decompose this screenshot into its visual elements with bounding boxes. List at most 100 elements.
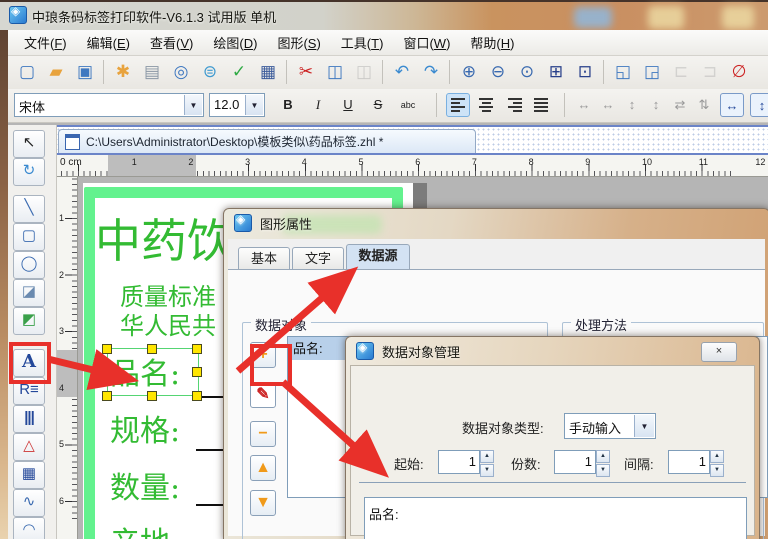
line-tool-icon: ╲: [14, 196, 44, 220]
selection-handle[interactable]: [192, 391, 202, 401]
menu-item-d[interactable]: 绘图(D): [203, 30, 267, 55]
line-tool-button[interactable]: ╲: [13, 195, 45, 223]
label-field-text[interactable]: 产地: [110, 518, 170, 539]
hruler-number: 9: [585, 157, 590, 167]
close-button[interactable]: ×: [701, 342, 737, 362]
align-left-button[interactable]: [446, 93, 470, 117]
text-tool-button[interactable]: A: [13, 349, 45, 377]
spinner-up-icon[interactable]: ▲: [480, 450, 494, 463]
database-button[interactable]: ⊜: [197, 59, 223, 85]
label-field-text[interactable]: 规格:: [110, 406, 180, 450]
print-preview-button[interactable]: ◎: [168, 59, 194, 85]
spinner-field[interactable]: 1: [668, 450, 710, 474]
new-document-button[interactable]: ▢: [14, 59, 40, 85]
spinner-down-icon[interactable]: ▼: [710, 464, 724, 477]
label-field-text[interactable]: 数量:: [110, 463, 180, 507]
ellipse-tool-button[interactable]: ◯: [13, 251, 45, 279]
arc-tool-button[interactable]: ◠: [13, 517, 45, 539]
rotate-tool-button[interactable]: ↻: [13, 158, 45, 186]
spinner-down-icon[interactable]: ▼: [480, 464, 494, 477]
add-data-object-button[interactable]: +: [250, 342, 276, 368]
spinner-field[interactable]: 1: [554, 450, 596, 474]
zoom-out-button[interactable]: ⊖: [485, 59, 511, 85]
menu-item-e[interactable]: 编辑(E): [77, 30, 140, 55]
shape-tool-button[interactable]: △: [13, 433, 45, 461]
label-title-text[interactable]: 中药饮: [95, 205, 233, 271]
font-size-combo[interactable]: 12.0 ▼: [209, 93, 265, 117]
undo-button[interactable]: ↶: [389, 59, 415, 85]
type-dropdown-icon[interactable]: ▼: [634, 415, 654, 437]
selection-handle[interactable]: [192, 344, 202, 354]
underline-button[interactable]: U: [336, 93, 360, 117]
font-family-dropdown-icon[interactable]: ▼: [184, 95, 202, 115]
spinner-down-icon[interactable]: ▼: [596, 464, 610, 477]
spinner-up-icon[interactable]: ▲: [596, 450, 610, 463]
selection-handle[interactable]: [192, 367, 202, 377]
font-family-combo[interactable]: 宋体 ▼: [14, 93, 204, 117]
label-subtitle2-text[interactable]: 华人民共: [120, 306, 216, 341]
document-tab[interactable]: C:\Users\Administrator\Desktop\模板类似\药品标签…: [58, 129, 476, 153]
hide-object-button[interactable]: ∅: [726, 59, 752, 85]
rich-text-tool-icon: R≡: [14, 378, 44, 402]
menu-item-h[interactable]: 帮助(H): [460, 30, 524, 55]
manual-input-textarea[interactable]: 品名:: [364, 497, 747, 539]
move-down-button[interactable]: ▼: [250, 490, 276, 516]
selection-handle[interactable]: [102, 391, 112, 401]
copy-button[interactable]: ◫: [322, 59, 348, 85]
ungroup-button[interactable]: ◲: [639, 59, 665, 85]
menu-item-v[interactable]: 查看(V): [140, 30, 203, 55]
cut-button[interactable]: ✂: [293, 59, 319, 85]
selection-handle[interactable]: [102, 367, 112, 377]
align-right-button[interactable]: [502, 93, 526, 117]
menu-item-w[interactable]: 窗口(W): [393, 30, 460, 55]
bold-button[interactable]: B: [276, 93, 300, 117]
barcode-tool-button[interactable]: |||: [13, 405, 45, 433]
select-tool-button[interactable]: ↖: [13, 130, 45, 158]
selection-handle[interactable]: [147, 344, 157, 354]
spinner-field[interactable]: 1: [438, 450, 480, 474]
database-check-button[interactable]: ✓: [226, 59, 252, 85]
zoom-in-button[interactable]: ⊕: [456, 59, 482, 85]
group-button[interactable]: ◱: [610, 59, 636, 85]
picture-tool-button[interactable]: ◪: [13, 279, 45, 307]
image-tool-button[interactable]: ◩: [13, 307, 45, 335]
data-object-type-combo[interactable]: 手动输入 ▼: [564, 413, 656, 439]
fit-page-button[interactable]: ⊞: [543, 59, 569, 85]
center-horizontal-button[interactable]: ↔: [720, 93, 744, 117]
settings-button[interactable]: ✱: [110, 59, 136, 85]
qrcode-tool-button[interactable]: ▦: [13, 461, 45, 489]
align-center-button[interactable]: [474, 93, 498, 117]
properties-dialog-titlebar[interactable]: 图形属性: [224, 209, 768, 237]
barcode-tool-icon: |||: [14, 406, 44, 430]
redo-button[interactable]: ↷: [418, 59, 444, 85]
save-file-button[interactable]: ▣: [72, 59, 98, 85]
print-button[interactable]: ▤: [139, 59, 165, 85]
text-case-button[interactable]: abc: [396, 93, 420, 117]
spinner-up-icon[interactable]: ▲: [710, 450, 724, 463]
curve-tool-button[interactable]: ∿: [13, 489, 45, 517]
center-vertical-button[interactable]: ↕: [750, 93, 768, 117]
menu-item-f[interactable]: 文件(F): [14, 30, 77, 55]
desktop-icon-blur: [574, 7, 612, 28]
tab-文字[interactable]: 文字: [292, 247, 344, 270]
menu-item-s[interactable]: 图形(S): [267, 30, 330, 55]
italic-button[interactable]: I: [306, 93, 330, 117]
tab-数据源[interactable]: 数据源: [346, 244, 410, 270]
font-size-dropdown-icon[interactable]: ▼: [245, 95, 263, 115]
rounded-rect-tool-button[interactable]: ▢: [13, 223, 45, 251]
open-file-button[interactable]: ▰: [43, 59, 69, 85]
selection-handle[interactable]: [102, 344, 112, 354]
zoom-button[interactable]: ⊙: [514, 59, 540, 85]
tab-基本[interactable]: 基本: [238, 247, 290, 270]
remove-data-object-button[interactable]: −: [250, 421, 276, 447]
align-justify-button[interactable]: [530, 93, 554, 117]
rich-text-tool-button[interactable]: R≡: [13, 377, 45, 405]
move-up-button[interactable]: ▲: [250, 455, 276, 481]
fit-selection-button[interactable]: ⊡: [572, 59, 598, 85]
manager-dialog-titlebar[interactable]: 数据对象管理: [346, 337, 759, 365]
menu-item-t[interactable]: 工具(T): [331, 30, 394, 55]
edit-data-object-button[interactable]: ✎: [250, 382, 276, 408]
strikethrough-button[interactable]: S: [366, 93, 390, 117]
selection-handle[interactable]: [147, 391, 157, 401]
grid-button[interactable]: ▦: [255, 59, 281, 85]
